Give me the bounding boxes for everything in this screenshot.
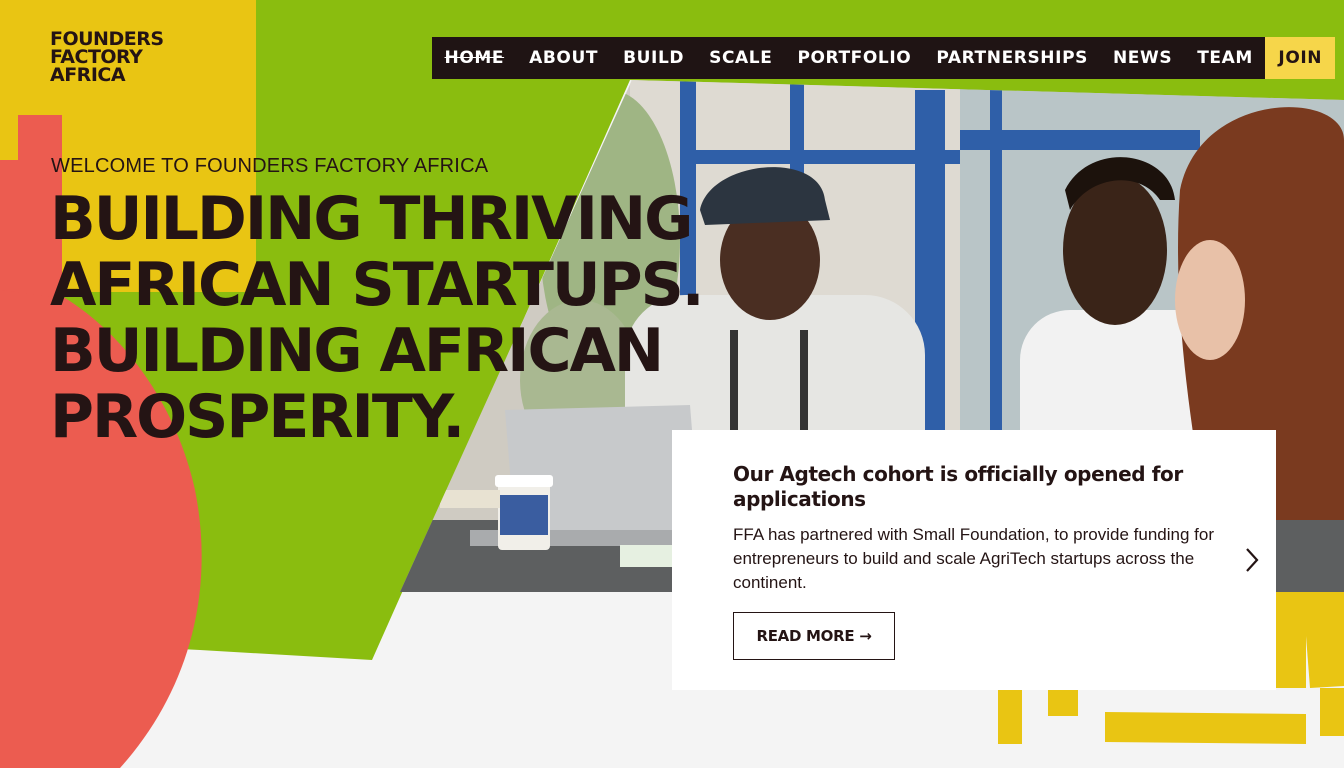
headline-line-2: AFRICAN STARTUPS. bbox=[50, 250, 705, 320]
join-button[interactable]: JOIN bbox=[1265, 37, 1336, 79]
nav-item-team[interactable]: TEAM bbox=[1185, 37, 1266, 79]
nav-item-portfolio[interactable]: PORTFOLIO bbox=[785, 37, 924, 79]
welcome-text: WELCOME TO FOUNDERS FACTORY AFRICA bbox=[51, 155, 489, 177]
nav-item-partnerships[interactable]: PARTNERSHIPS bbox=[924, 37, 1101, 79]
headline-line-3: BUILDING AFRICAN bbox=[50, 316, 664, 386]
nav-item-scale[interactable]: SCALE bbox=[697, 37, 785, 79]
headline-line-4: PROSPERITY. bbox=[50, 382, 465, 452]
founders-factory-africa-logo[interactable]: FOUNDERS FACTORY. AFRICA bbox=[50, 30, 164, 86]
logo-dot-icon: . bbox=[139, 46, 146, 68]
card-description: FFA has partnered with Small Foundation,… bbox=[733, 525, 1214, 592]
nav-item-home[interactable]: HOME bbox=[432, 37, 517, 79]
announcement-card: Our Agtech cohort is officially opened f… bbox=[672, 430, 1276, 690]
nav-item-news[interactable]: NEWS bbox=[1100, 37, 1184, 79]
hero-headline: BUILDING THRIVING AFRICAN STARTUPS. BUIL… bbox=[50, 184, 705, 452]
chevron-right-icon[interactable] bbox=[1240, 544, 1264, 576]
main-navigation: HOME ABOUT BUILD SCALE PORTFOLIO PARTNER… bbox=[432, 37, 1336, 79]
read-more-button[interactable]: READ MORE → bbox=[733, 612, 895, 660]
headline-line-1: BUILDING THRIVING bbox=[50, 184, 693, 254]
logo-line-3: AFRICA bbox=[50, 64, 126, 86]
nav-item-build[interactable]: BUILD bbox=[611, 37, 697, 79]
nav-item-about[interactable]: ABOUT bbox=[517, 37, 611, 79]
card-title: Our Agtech cohort is officially opened f… bbox=[733, 462, 1183, 511]
